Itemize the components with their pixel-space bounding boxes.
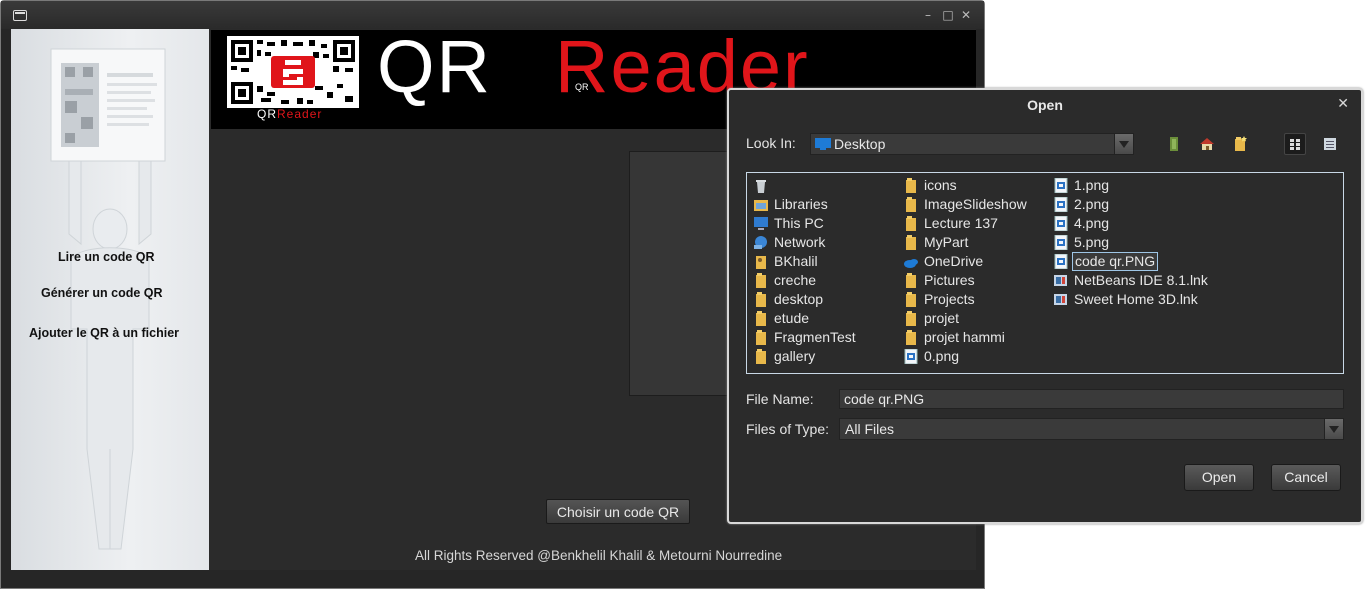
look-in-value: Desktop [834,136,886,152]
desktop-icon [815,138,831,150]
image-file-icon [1053,177,1069,194]
folder-icon [903,178,919,193]
home-icon[interactable] [1196,133,1218,155]
image-file-icon [1053,215,1069,232]
file-list-item-label: projet [924,310,960,326]
folder-icon [753,311,769,326]
file-name-input[interactable]: code qr.PNG [839,389,1344,409]
file-list-item-label: 4.png [1074,215,1110,231]
file-name-label: File Name: [746,391,814,407]
add-qr-to-file-link[interactable]: Ajouter le QR à un fichier [29,326,179,340]
minimize-icon[interactable]: – [921,8,935,22]
qr-code-logo [227,36,359,108]
file-list-item-label: BKhalil [774,253,818,269]
onedrive-icon [903,254,919,269]
files-of-type-value: All Files [845,421,895,437]
file-list-item-label: Network [774,234,826,250]
file-list-item-label: 1.png [1074,177,1110,193]
folder-icon [753,349,769,364]
chevron-down-icon[interactable] [1114,134,1133,154]
chevron-down-icon[interactable] [1324,419,1343,439]
logo-caption: QRReader [257,107,322,121]
libraries-icon [753,197,769,212]
image-file-icon [1053,234,1069,251]
file-list-item-label: code qr.PNG [1072,252,1159,271]
generate-qr-link[interactable]: Générer un code QR [41,286,163,300]
file-list-item-label: Sweet Home 3D.lnk [1074,291,1198,307]
folder-icon [903,235,919,250]
dialog-title: Open [1027,97,1063,113]
file-list-item-label: This PC [774,215,824,231]
look-in-combo[interactable]: Desktop [810,133,1134,155]
copyright-footer: All Rights Reserved @Benkhelil Khalil & … [415,548,783,563]
maximize-icon[interactable]: □ [941,8,955,22]
choose-qr-button[interactable]: Choisir un code QR [546,499,690,524]
file-list-item-label: projet hammi [924,329,1005,345]
logo-caption-qr: QR [257,107,277,121]
file-list-item-label: OneDrive [924,253,984,269]
computer-icon [753,216,769,231]
open-button[interactable]: Open [1184,464,1254,491]
new-folder-icon[interactable] [1229,133,1251,155]
cancel-button[interactable]: Cancel [1271,464,1341,491]
details-view-icon[interactable] [1319,133,1341,155]
shortcut-icon [1053,273,1069,288]
look-in-label: Look In: [746,135,796,151]
folder-icon [903,197,919,212]
file-name-value: code qr.PNG [844,391,925,407]
qr-preview-panel [629,151,731,396]
folder-icon [903,330,919,345]
files-of-type-label: Files of Type: [746,421,830,437]
network-icon [753,235,769,250]
file-list-item-label: NetBeans IDE 8.1.lnk [1074,272,1208,288]
file-list-item-label: creche [774,272,817,288]
list-view-icon[interactable] [1284,133,1306,155]
main-titlebar[interactable]: – □ ✕ [1,1,984,29]
files-of-type-combo[interactable]: All Files [839,418,1344,440]
image-file-icon [1053,253,1069,270]
close-icon[interactable]: ✕ [959,8,973,22]
logo-caption-reader: Reader [277,107,323,121]
user-folder-icon [753,254,769,269]
file-list-item-label: Libraries [774,196,828,212]
folder-icon [753,292,769,307]
folder-icon [753,330,769,345]
file-list-item-label: Projects [924,291,975,307]
sidebar: Lire un code QR Générer un code QR Ajout… [11,29,209,570]
image-file-icon [903,348,919,365]
file-list-item-label: ImageSlideshow [924,196,1027,212]
open-file-dialog: Open ✕ Look In: Desktop Libraries This PC… [727,88,1363,524]
shortcut-icon [1053,292,1069,307]
file-list-item-label: FragmenTest [774,329,856,345]
file-list-item-label: Lecture 137 [924,215,998,231]
recycle-bin-icon [753,178,769,193]
folder-icon [903,292,919,307]
file-list-item-label: gallery [774,348,816,364]
folder-icon [753,273,769,288]
dialog-close-icon[interactable]: ✕ [1337,96,1349,112]
folder-icon [903,273,919,288]
file-list-item-label: icons [924,177,957,193]
folder-icon [903,216,919,231]
file-list-item-label: etude [774,310,810,326]
app-icon [13,10,27,21]
read-qr-link[interactable]: Lire un code QR [58,250,155,264]
file-list-item-label: Pictures [924,272,975,288]
file-list-item-label: MyPart [924,234,969,250]
file-list-item-label: 2.png [1074,196,1110,212]
file-list-item-label: 5.png [1074,234,1110,250]
file-list-item-label: desktop [774,291,824,307]
file-list-item-label: 0.png [924,348,960,364]
up-one-level-icon[interactable] [1163,133,1185,155]
image-file-icon [1053,196,1069,213]
folder-icon [903,311,919,326]
file-list[interactable]: Libraries This PC Network BKhalil creche desk… [746,172,1344,374]
banner-qr-text: QR [377,25,492,108]
